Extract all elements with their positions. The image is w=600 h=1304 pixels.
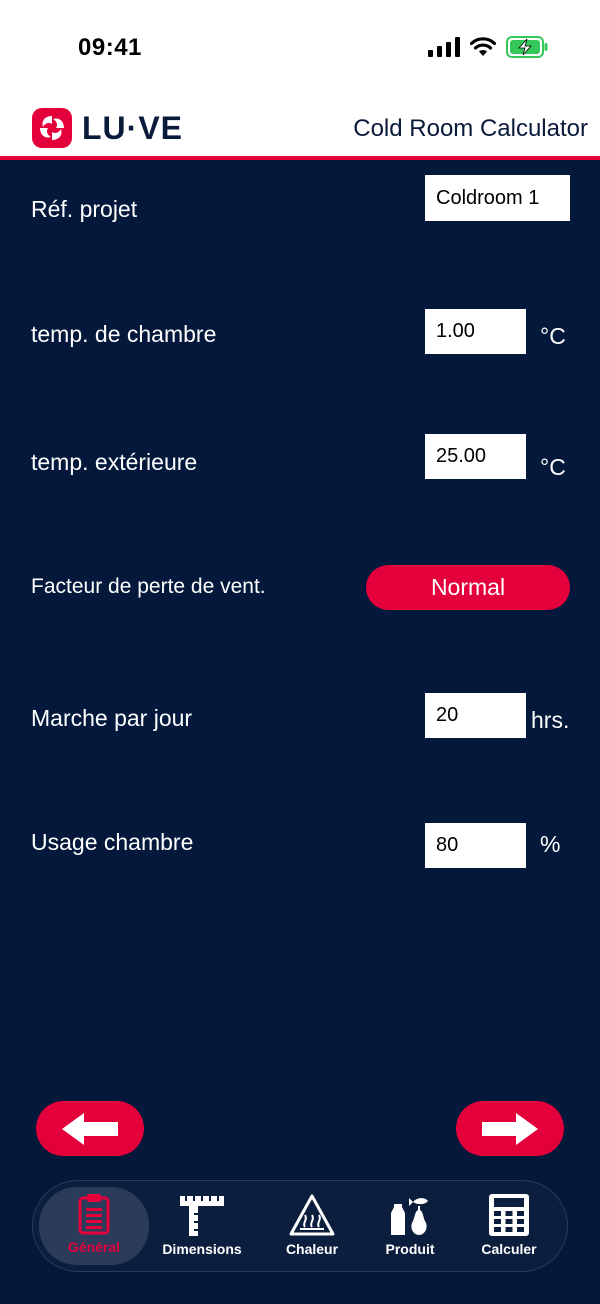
tab-produit[interactable]: Produit [363,1181,457,1271]
tab-calculer[interactable]: Calculer [463,1181,555,1271]
run-per-day-input[interactable]: 20 [425,693,526,738]
run-per-day-unit: hrs. [531,707,570,733]
brand-name: LU·VE [82,109,183,146]
previous-button[interactable] [36,1101,144,1156]
room-usage-unit: % [540,831,561,857]
signal-icon [428,37,460,57]
vent-loss-select-button[interactable]: Normal [366,565,570,610]
tab-dimensions-label: Dimensions [162,1241,242,1257]
room-usage-label: Usage chambre [31,829,194,855]
vent-loss-label: Facteur de perte de vent. [31,575,266,598]
tab-dimensions[interactable]: Dimensions [151,1181,253,1271]
arrow-left-icon [62,1112,118,1145]
heat-warning-icon [289,1194,335,1236]
next-button[interactable] [456,1101,564,1156]
battery-charging-icon [506,36,548,58]
status-icons [428,36,548,58]
form-content: Réf. projet Coldroom 1 temp. de chambre … [0,164,600,1164]
tab-calculer-label: Calculer [481,1241,537,1257]
tab-bar: Général Dimensions Chaleur Produit Calcu… [32,1180,568,1272]
page-title: Cold Room Calculator [353,115,588,142]
tab-general-label: Général [67,1239,121,1255]
ext-temp-unit: °C [540,454,566,480]
tab-chaleur[interactable]: Chaleur [265,1181,359,1271]
ruler-icon [180,1196,224,1236]
room-usage-input[interactable]: 80 [425,823,526,868]
room-temp-input[interactable]: 1.00 [425,309,526,354]
status-time: 09:41 [78,34,142,61]
luve-logo-icon [32,108,72,148]
tab-produit-label: Produit [385,1241,435,1257]
project-ref-input[interactable]: Coldroom 1 [425,175,570,221]
run-per-day-label: Marche par jour [31,705,193,731]
brand-logo: LU·VE [32,108,183,148]
ext-temp-input[interactable]: 25.00 [425,434,526,479]
product-icon [391,1198,428,1235]
calculator-icon [489,1194,529,1236]
arrow-right-icon [482,1112,538,1145]
room-temp-label: temp. de chambre [31,321,217,347]
status-bar: 09:41 [0,0,600,100]
ext-temp-label: temp. extérieure [31,449,198,475]
app-header: LU·VE Cold Room Calculator [0,100,600,160]
wifi-icon [470,37,496,56]
clipboard-icon [78,1194,110,1235]
tab-general[interactable]: Général [39,1187,149,1265]
room-temp-unit: °C [540,323,566,349]
tab-chaleur-label: Chaleur [285,1241,339,1257]
project-ref-label: Réf. projet [31,196,138,222]
